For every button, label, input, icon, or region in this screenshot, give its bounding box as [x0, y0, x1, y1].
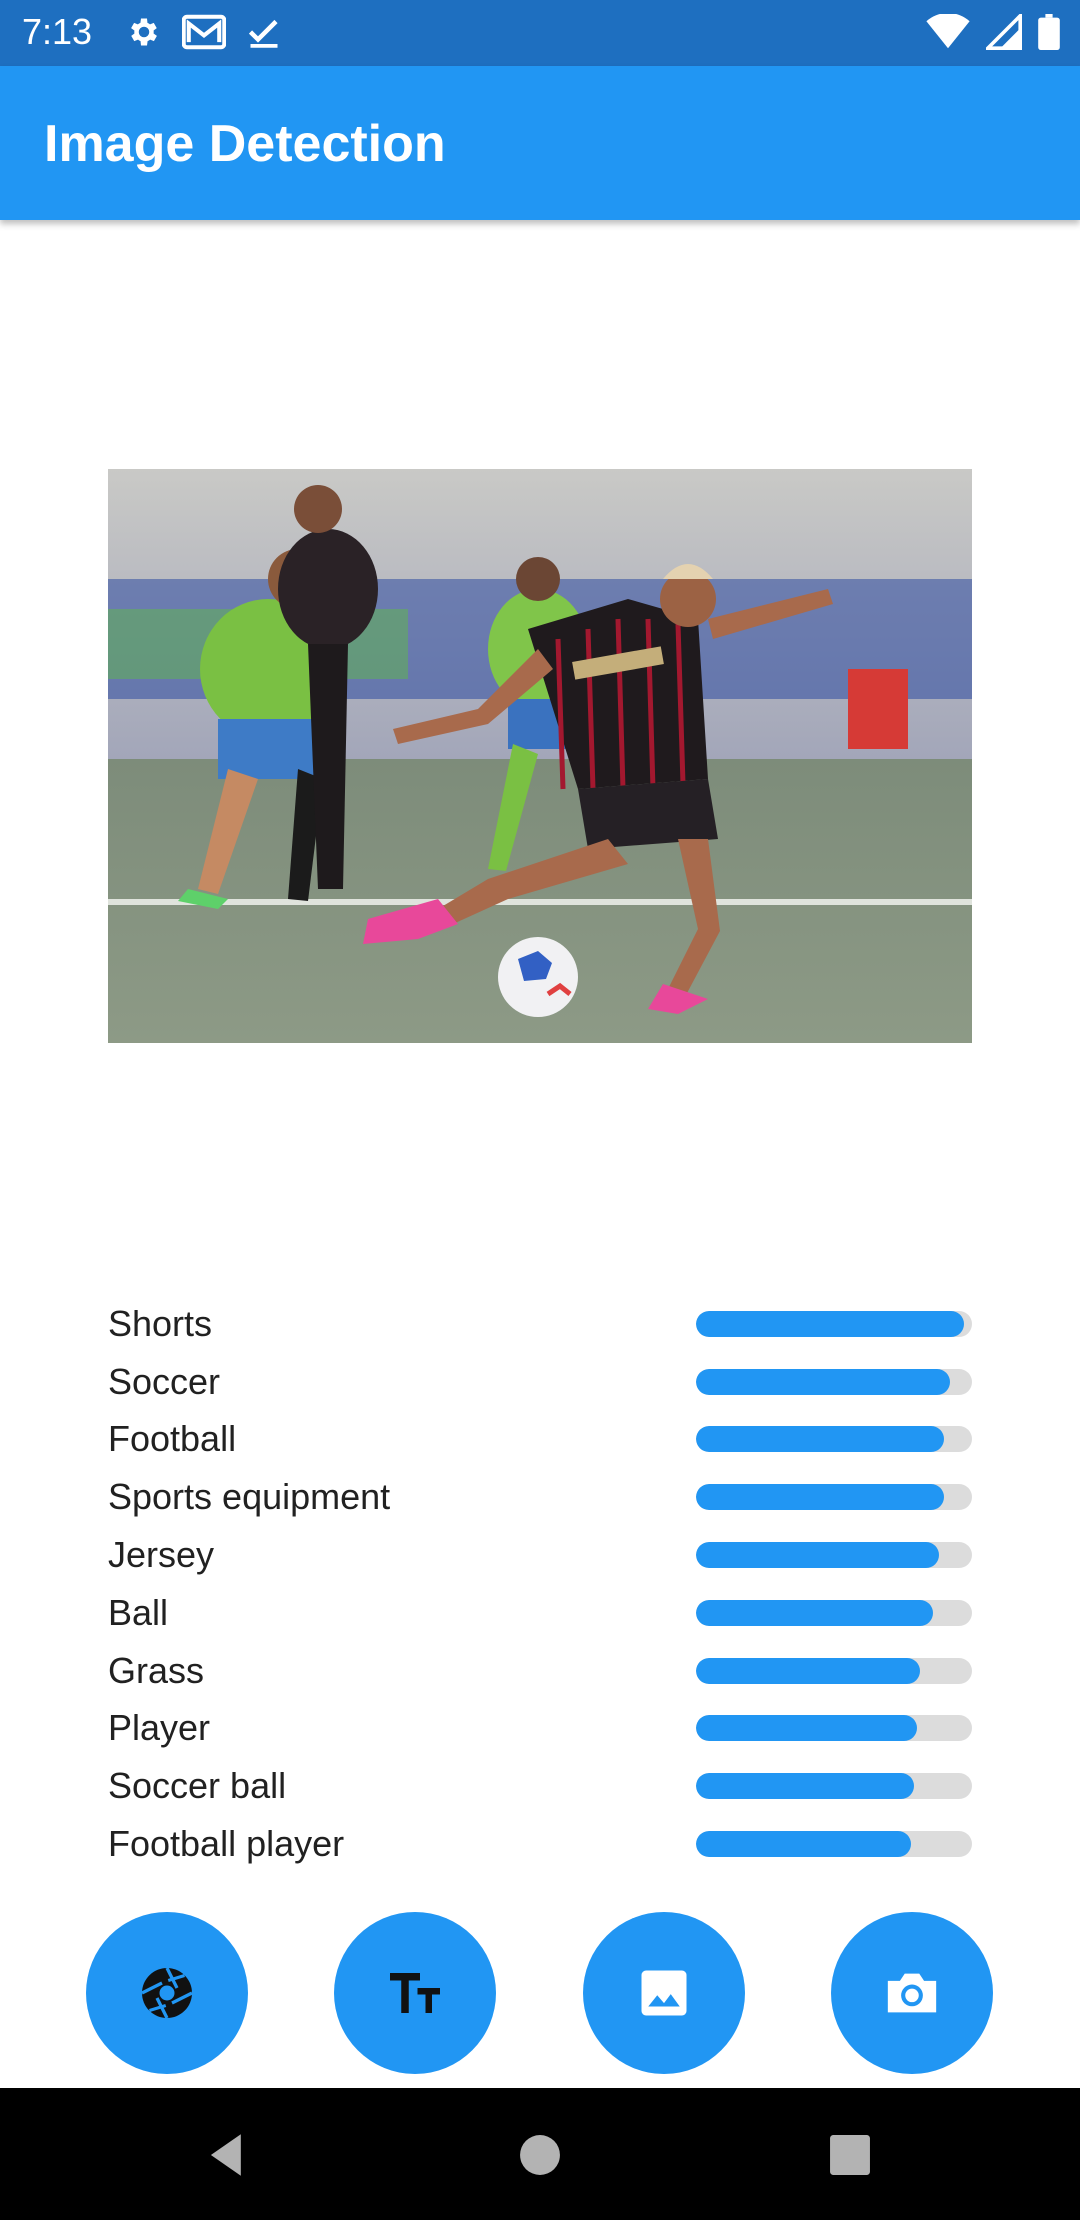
confidence-bar-fill [696, 1310, 964, 1337]
confidence-bar [696, 1310, 972, 1337]
confidence-bar [696, 1426, 972, 1453]
aperture-button[interactable] [86, 1912, 248, 2074]
app-bar: Image Detection [0, 66, 1080, 220]
camera-icon [887, 1973, 937, 2013]
confidence-bar-fill [696, 1831, 912, 1858]
text-recognition-button[interactable] [334, 1912, 496, 2074]
confidence-bar [696, 1715, 972, 1742]
label-row: Grass [108, 1642, 972, 1700]
navigation-bar [0, 2088, 1080, 2220]
confidence-bar-fill [696, 1773, 915, 1800]
battery-icon [1038, 14, 1060, 50]
label-name: Soccer [108, 1360, 221, 1402]
confidence-bar [696, 1773, 972, 1800]
label-name: Jersey [108, 1534, 215, 1576]
detected-photo [108, 469, 972, 1043]
back-icon [210, 2134, 241, 2176]
label-name: Shorts [108, 1302, 213, 1344]
label-row: Shorts [108, 1295, 972, 1353]
confidence-bar-fill [696, 1368, 950, 1395]
confidence-bar-fill [696, 1657, 920, 1684]
confidence-bar [696, 1484, 972, 1511]
label-row: Ball [108, 1584, 972, 1642]
label-row: Soccer ball [108, 1757, 972, 1815]
confidence-bar-fill [696, 1484, 945, 1511]
confidence-bar [696, 1542, 972, 1569]
confidence-bar [696, 1368, 972, 1395]
soccer-photo-illustration [108, 469, 972, 1043]
label-row: Player [108, 1700, 972, 1758]
label-row: Soccer [108, 1353, 972, 1411]
label-row: Football [108, 1411, 972, 1469]
label-name: Football [108, 1418, 237, 1460]
recents-button[interactable] [823, 2128, 877, 2182]
action-buttons [0, 1912, 1080, 2074]
recents-icon [830, 2135, 870, 2175]
signal-icon [986, 14, 1022, 50]
confidence-bar-fill [696, 1426, 945, 1453]
label-name: Player [108, 1707, 211, 1749]
status-time: 7:13 [22, 11, 93, 52]
home-button[interactable] [513, 2128, 567, 2182]
label-row: Jersey [108, 1526, 972, 1584]
gmail-icon [182, 14, 226, 50]
confidence-bar [696, 1831, 972, 1858]
gear-icon [131, 18, 157, 46]
text-recognition-icon [390, 1973, 440, 2013]
aperture-icon [141, 1967, 193, 2019]
check-icon [248, 19, 278, 48]
label-list: Shorts Soccer Football Sports equipment Jers… [108, 1295, 972, 1873]
confidence-bar [696, 1599, 972, 1626]
label-name: Soccer ball [108, 1765, 287, 1807]
confidence-bar [696, 1657, 972, 1684]
wifi-icon [926, 14, 970, 49]
confidence-bar-fill [696, 1542, 939, 1569]
back-button[interactable] [200, 2128, 254, 2182]
label-name: Football player [108, 1823, 345, 1865]
confidence-bar-fill [696, 1599, 934, 1626]
gallery-icon [641, 1970, 687, 2016]
home-icon [520, 2135, 560, 2175]
app-title: Image Detection [44, 115, 446, 173]
label-row: Sports equipment [108, 1468, 972, 1526]
label-name: Ball [108, 1591, 169, 1633]
confidence-bar-fill [696, 1715, 917, 1742]
status-bar: 7:13 [0, 0, 1080, 66]
gallery-button[interactable] [583, 1912, 745, 2074]
label-name: Sports equipment [108, 1476, 391, 1518]
label-name: Grass [108, 1649, 205, 1691]
camera-button[interactable] [831, 1912, 993, 2074]
label-row: Football player [108, 1815, 972, 1873]
